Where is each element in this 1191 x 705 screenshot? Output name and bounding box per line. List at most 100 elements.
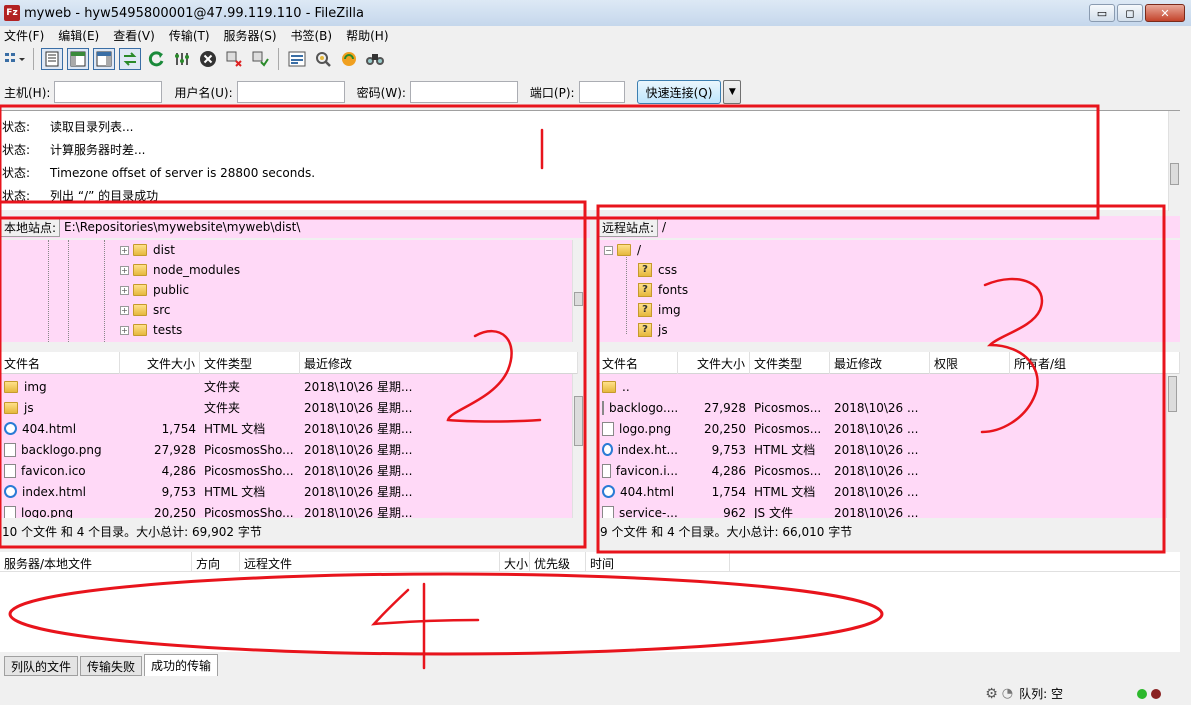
menu-file[interactable]: 文件(F) xyxy=(4,27,44,44)
collapse-icon[interactable]: − xyxy=(604,245,613,255)
column-header-size[interactable]: 文件大小 xyxy=(120,352,200,374)
remote-site-label: 远程站点: xyxy=(598,217,659,237)
message-log-icon[interactable] xyxy=(41,48,63,70)
tree-item[interactable]: + src xyxy=(120,300,171,320)
column-header-time[interactable]: 时间 xyxy=(586,552,730,574)
tab-successful-transfers[interactable]: 成功的传输 xyxy=(144,654,219,676)
column-header-local-file[interactable]: 服务器/本地文件 xyxy=(0,552,192,574)
file-row[interactable]: backlogo.... 27,928 Picosmos... 2018\10\26 … xyxy=(598,397,930,418)
remote-tree-icon[interactable] xyxy=(93,48,115,70)
column-header-size[interactable]: 文件大小 xyxy=(678,352,750,374)
reconnect-icon[interactable] xyxy=(249,48,271,70)
close-button[interactable]: ✕ xyxy=(1145,4,1185,22)
menu-help[interactable]: 帮助(H) xyxy=(346,27,388,44)
menu-bookmarks[interactable]: 书签(B) xyxy=(291,27,333,44)
log-scroll-thumb[interactable] xyxy=(1170,163,1179,185)
refresh-icon[interactable] xyxy=(145,48,167,70)
file-mod: 2018\10\26 ... xyxy=(830,443,930,457)
file-row[interactable]: backlogo.png 27,928 PicosmosSho... 2018\10\… xyxy=(0,439,430,460)
remote-list-scrollbar[interactable] xyxy=(1166,374,1178,518)
column-header-owner[interactable]: 所有者/组 xyxy=(1010,352,1180,374)
scroll-thumb[interactable] xyxy=(574,396,583,446)
tree-item[interactable]: ? js xyxy=(638,320,668,340)
compare-icon[interactable] xyxy=(312,48,334,70)
file-size-text: 4,286 xyxy=(711,463,746,478)
transfer-queue-icon[interactable] xyxy=(119,48,141,70)
disconnect-icon[interactable] xyxy=(223,48,245,70)
column-header-modified[interactable]: 最近修改 xyxy=(830,352,930,374)
menu-view[interactable]: 查看(V) xyxy=(113,27,155,44)
remote-path-input[interactable]: / xyxy=(658,220,666,234)
minimize-button[interactable]: ▭ xyxy=(1089,4,1115,22)
tree-item[interactable]: ? css xyxy=(638,260,677,280)
quickconnect-dropdown-icon[interactable]: ▼ xyxy=(723,80,742,104)
tree-item[interactable]: + dist xyxy=(120,240,175,260)
local-path-input[interactable]: E:\Repositories\mywebsite\myweb\dist\ xyxy=(60,220,300,234)
expand-icon[interactable]: + xyxy=(120,285,129,295)
menu-server[interactable]: 服务器(S) xyxy=(224,27,277,44)
tree-item[interactable]: ? img xyxy=(638,300,681,320)
username-input[interactable] xyxy=(236,81,345,103)
cancel-icon[interactable] xyxy=(197,48,219,70)
file-name-text: 404.html xyxy=(22,421,77,436)
file-row[interactable]: favicon.i... 4,286 Picosmos... 2018\10\26 .… xyxy=(598,460,930,481)
file-name-text: favicon.ico xyxy=(21,463,86,478)
file-size: 20,250 xyxy=(678,422,750,436)
column-header-remote-file[interactable]: 远程文件 xyxy=(240,552,500,574)
speed-limit-icon[interactable]: ◔ xyxy=(1002,686,1013,701)
search-icon[interactable] xyxy=(364,48,386,70)
column-header-filename[interactable]: 文件名 xyxy=(0,352,120,374)
port-input[interactable] xyxy=(578,81,625,103)
tree-item[interactable]: + node_modules xyxy=(120,260,240,280)
password-input[interactable] xyxy=(409,81,518,103)
file-size: 4,286 xyxy=(678,464,750,478)
scroll-thumb[interactable] xyxy=(1168,376,1177,412)
file-row[interactable]: 404.html 1,754 HTML 文档 2018\10\26 ... xyxy=(598,481,930,502)
column-header-modified[interactable]: 最近修改 xyxy=(300,352,578,374)
expand-icon[interactable]: + xyxy=(120,305,129,315)
scroll-thumb[interactable] xyxy=(574,292,583,306)
expand-icon[interactable]: + xyxy=(120,265,129,275)
file-row[interactable]: js 文件夹 2018\10\26 星期... xyxy=(0,397,430,418)
column-header-filename[interactable]: 文件名 xyxy=(598,352,678,374)
log-message: 读取目录列表... xyxy=(50,120,134,134)
file-row[interactable]: favicon.ico 4,286 PicosmosSho... 2018\10\26… xyxy=(0,460,430,481)
filter-icon[interactable] xyxy=(286,48,308,70)
file-row[interactable]: index.ht... 9,753 HTML 文档 2018\10\26 ... xyxy=(598,439,930,460)
column-header-type[interactable]: 文件类型 xyxy=(750,352,830,374)
tab-failed-transfers[interactable]: 传输失败 xyxy=(80,656,143,676)
file-row[interactable]: 404.html 1,754 HTML 文档 2018\10\26 星期... xyxy=(0,418,430,439)
local-tree-icon[interactable] xyxy=(67,48,89,70)
file-type: HTML 文档 xyxy=(750,441,830,458)
column-header-permissions[interactable]: 权限 xyxy=(930,352,1010,374)
column-header-direction[interactable]: 方向 xyxy=(192,552,240,574)
tree-item[interactable]: ? fonts xyxy=(638,280,688,300)
sync-icon[interactable] xyxy=(338,48,360,70)
file-row[interactable]: service-... 962 JS 文件 2018\10\26 ... xyxy=(598,502,930,518)
column-header-size[interactable]: 大小 xyxy=(500,552,530,574)
column-header-priority[interactable]: 优先级 xyxy=(530,552,586,574)
tree-item-root[interactable]: − / xyxy=(604,240,641,260)
expand-icon[interactable]: + xyxy=(120,245,129,255)
process-queue-icon[interactable] xyxy=(171,48,193,70)
host-input[interactable] xyxy=(54,81,163,103)
column-header-type[interactable]: 文件类型 xyxy=(200,352,300,374)
quickconnect-button[interactable]: 快速连接(Q) xyxy=(636,80,722,104)
file-type: HTML 文档 xyxy=(200,420,300,437)
tab-queued-files[interactable]: 列队的文件 xyxy=(4,656,79,676)
tree-item[interactable]: + public xyxy=(120,280,189,300)
maximize-button[interactable]: ◻ xyxy=(1117,4,1143,22)
file-row[interactable]: img 文件夹 2018\10\26 星期... xyxy=(0,376,430,397)
menu-edit[interactable]: 编辑(E) xyxy=(58,27,99,44)
local-list-scrollbar[interactable] xyxy=(572,374,584,518)
file-row[interactable]: index.html 9,753 HTML 文档 2018\10\26 星期... xyxy=(0,481,430,502)
log-scrollbar[interactable] xyxy=(1168,111,1180,211)
file-row[interactable]: logo.png 20,250 PicosmosSho... 2018\10\26 星… xyxy=(0,502,430,518)
expand-icon[interactable]: + xyxy=(120,325,129,335)
site-manager-icon[interactable] xyxy=(4,48,26,70)
file-row[interactable]: .. xyxy=(598,376,930,397)
menu-transfer[interactable]: 传输(T) xyxy=(169,27,210,44)
local-tree-scrollbar[interactable] xyxy=(572,240,584,342)
file-row[interactable]: logo.png 20,250 Picosmos... 2018\10\26 ... xyxy=(598,418,930,439)
tree-item[interactable]: + tests xyxy=(120,320,182,340)
